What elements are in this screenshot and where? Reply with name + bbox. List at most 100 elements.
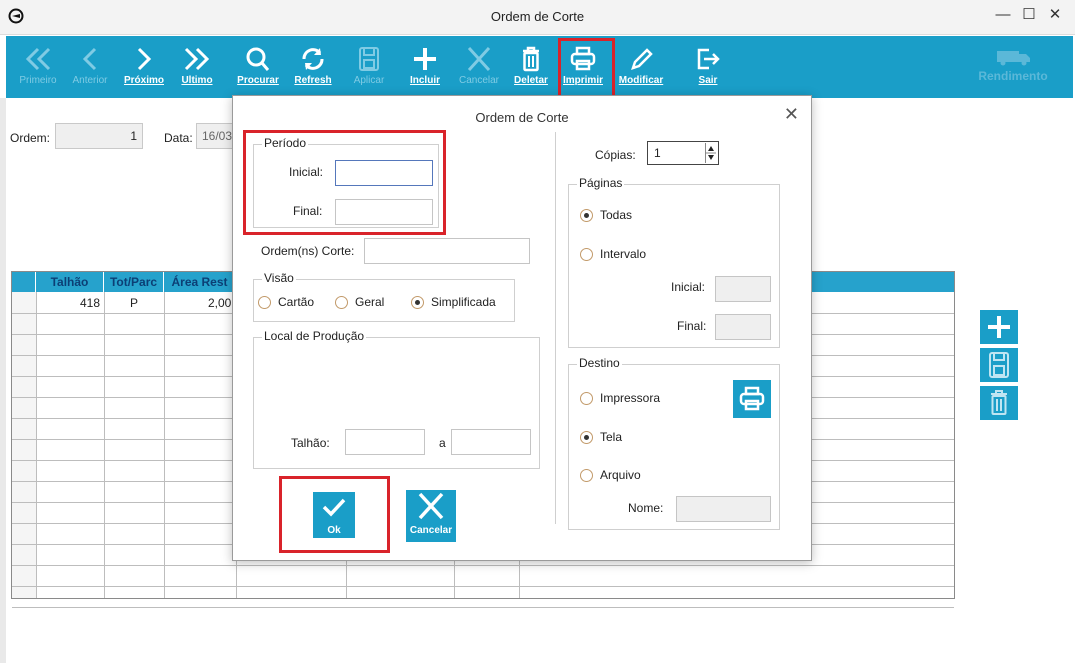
search-icon bbox=[246, 47, 270, 71]
window-title: Ordem de Corte bbox=[490, 9, 585, 24]
destino-nome-input[interactable] bbox=[676, 496, 771, 522]
col-header-tot-parc[interactable]: Tot/Parc bbox=[104, 272, 164, 292]
radio-arquivo-label: Arquivo bbox=[600, 468, 641, 482]
grid-row-line bbox=[12, 586, 954, 587]
minimize-button[interactable]: — bbox=[994, 6, 1012, 24]
refresh-button[interactable]: Refresh bbox=[288, 38, 338, 96]
ordens-label: Ordem(ns) Corte: bbox=[261, 244, 355, 258]
exit-button[interactable]: Sair bbox=[688, 38, 728, 96]
printer-icon bbox=[739, 386, 765, 411]
modify-button[interactable]: Modificar bbox=[616, 38, 666, 96]
dialog-title: Ordem de Corte bbox=[475, 110, 569, 125]
ordens-input[interactable] bbox=[364, 238, 530, 264]
radio-todas[interactable] bbox=[580, 209, 593, 222]
plus-icon bbox=[414, 48, 436, 70]
paginas-final-label: Final: bbox=[677, 319, 707, 333]
left-edge bbox=[0, 98, 6, 663]
paginas-final-input[interactable] bbox=[715, 314, 771, 340]
ok-button-highlight bbox=[279, 476, 390, 553]
grid-row-line bbox=[12, 607, 954, 608]
radio-simplificada[interactable] bbox=[411, 296, 424, 309]
ordem-label: Ordem: bbox=[10, 131, 51, 145]
dialog-close-button[interactable]: ✕ bbox=[784, 104, 799, 125]
row-selector-header bbox=[12, 272, 36, 292]
data-label: Data: bbox=[164, 131, 193, 145]
last-record-button[interactable]: Ultimo bbox=[174, 38, 220, 96]
radio-simplificada-label: Simplificada bbox=[431, 295, 496, 309]
apply-label: Aplicar bbox=[353, 75, 385, 86]
radio-geral-label: Geral bbox=[355, 295, 385, 309]
save-disk-icon bbox=[359, 47, 379, 71]
radio-cartao-label: Cartão bbox=[278, 295, 315, 309]
radio-impressora[interactable] bbox=[580, 392, 593, 405]
paginas-inicial-input[interactable] bbox=[715, 276, 771, 302]
print-button-highlight bbox=[558, 38, 615, 98]
modify-label: Modificar bbox=[618, 75, 664, 86]
save-disk-icon bbox=[989, 352, 1009, 378]
destino-title: Destino bbox=[577, 356, 622, 370]
include-label: Incluir bbox=[409, 75, 440, 86]
previous-record-button[interactable]: Anterior bbox=[66, 38, 114, 96]
previous-record-label: Anterior bbox=[72, 75, 108, 86]
col-header-talhao[interactable]: Talhão bbox=[36, 272, 104, 292]
cell-talhao[interactable]: 418 bbox=[40, 296, 100, 310]
data-field[interactable]: 16/03 bbox=[196, 123, 236, 149]
local-talhao-label: Talhão: bbox=[291, 436, 330, 450]
row-selector-column bbox=[12, 292, 36, 598]
chevron-left-icon bbox=[82, 47, 97, 71]
double-chevron-right-icon bbox=[184, 47, 210, 71]
first-record-button[interactable]: Primeiro bbox=[14, 38, 62, 96]
apply-button[interactable]: Aplicar bbox=[348, 38, 390, 96]
ordem-field[interactable]: 1 bbox=[55, 123, 143, 149]
local-talhao-from-input[interactable] bbox=[345, 429, 425, 455]
refresh-icon bbox=[302, 48, 324, 70]
radio-cartao[interactable] bbox=[258, 296, 271, 309]
side-add-button[interactable] bbox=[980, 310, 1018, 344]
radio-geral[interactable] bbox=[335, 296, 348, 309]
chevron-right-icon bbox=[137, 47, 152, 71]
x-icon bbox=[467, 46, 491, 72]
radio-todas-label: Todas bbox=[600, 208, 633, 222]
close-window-button[interactable]: ✕ bbox=[1046, 6, 1064, 24]
printer-setup-button[interactable] bbox=[733, 380, 771, 418]
truck-icon bbox=[997, 51, 1030, 66]
spinner-arrows[interactable] bbox=[705, 143, 716, 163]
grid-row-line bbox=[12, 565, 954, 566]
cell-tot-parc[interactable]: P bbox=[104, 296, 164, 310]
search-button[interactable]: Procurar bbox=[232, 38, 284, 96]
x-icon bbox=[418, 492, 444, 520]
plus-icon bbox=[988, 316, 1010, 338]
paginas-title: Páginas bbox=[577, 176, 625, 190]
cancel-toolbar-button[interactable]: Cancelar bbox=[456, 38, 502, 96]
delete-button[interactable]: Deletar bbox=[510, 38, 552, 96]
next-record-button[interactable]: Próximo bbox=[118, 38, 170, 96]
destino-nome-label: Nome: bbox=[628, 501, 664, 515]
exit-label: Sair bbox=[698, 75, 718, 86]
local-producao-title: Local de Produção bbox=[262, 329, 367, 343]
copias-value: 1 bbox=[654, 146, 661, 160]
search-label: Procurar bbox=[237, 75, 279, 86]
cancel-toolbar-label: Cancelar bbox=[458, 75, 500, 86]
radio-tela-label: Tela bbox=[600, 430, 623, 444]
copias-spinner[interactable]: 1 bbox=[647, 141, 719, 165]
radio-tela[interactable] bbox=[580, 431, 593, 444]
copias-label: Cópias: bbox=[595, 148, 636, 162]
radio-arquivo[interactable] bbox=[580, 469, 593, 482]
radio-intervalo[interactable] bbox=[580, 248, 593, 261]
side-delete-button[interactable] bbox=[980, 386, 1018, 420]
cancel-button[interactable]: Cancelar bbox=[406, 490, 456, 542]
exit-icon bbox=[697, 48, 720, 70]
first-record-label: Primeiro bbox=[19, 75, 57, 86]
local-talhao-to-input[interactable] bbox=[451, 429, 531, 455]
refresh-label: Refresh bbox=[294, 75, 332, 86]
rendimento-button[interactable]: Rendimento bbox=[973, 48, 1053, 83]
maximize-button[interactable]: ☐ bbox=[1020, 6, 1038, 24]
last-record-label: Ultimo bbox=[181, 75, 213, 86]
col-header-area-rest[interactable]: Área Rest bbox=[164, 272, 236, 292]
double-chevron-left-icon bbox=[25, 47, 51, 71]
local-a-label: a bbox=[439, 436, 446, 450]
include-button[interactable]: Incluir bbox=[404, 38, 446, 96]
side-save-button[interactable] bbox=[980, 348, 1018, 382]
trash-icon bbox=[991, 390, 1007, 415]
periodo-highlight bbox=[243, 130, 446, 235]
